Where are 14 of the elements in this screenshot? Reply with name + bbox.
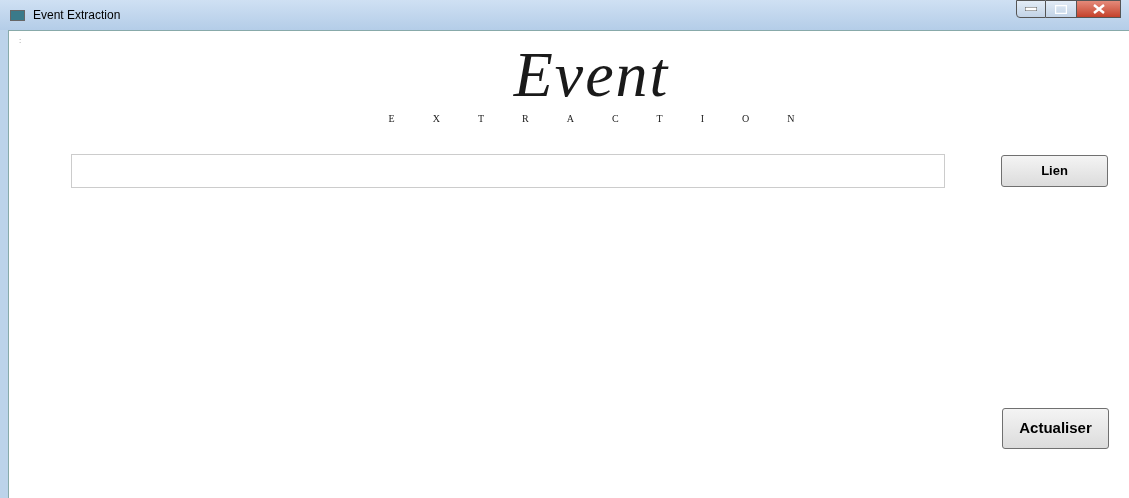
close-icon bbox=[1092, 4, 1105, 14]
maximize-icon bbox=[1055, 4, 1067, 14]
logo-tagline: EXTRACTION bbox=[388, 112, 833, 126]
refresh-button[interactable]: Actualiser bbox=[1002, 408, 1109, 449]
link-button[interactable]: Lien bbox=[1001, 155, 1108, 187]
close-button[interactable] bbox=[1076, 0, 1121, 18]
window-title: Event Extraction bbox=[33, 7, 121, 24]
maximize-button[interactable] bbox=[1046, 0, 1076, 18]
corner-mark: : bbox=[19, 35, 22, 47]
url-field[interactable] bbox=[71, 154, 945, 188]
minimize-button[interactable] bbox=[1016, 0, 1046, 18]
logo-script: Event bbox=[513, 43, 670, 107]
app-icon bbox=[10, 9, 25, 21]
minimize-icon bbox=[1025, 7, 1037, 11]
